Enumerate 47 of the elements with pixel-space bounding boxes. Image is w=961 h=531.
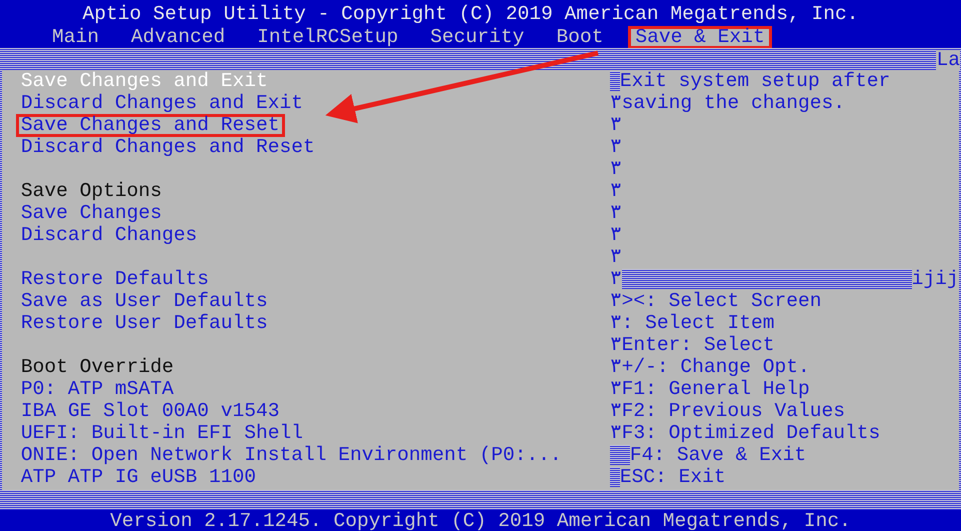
help-text: ٣ xyxy=(610,246,622,268)
menu-tab[interactable]: IntelRCSetup xyxy=(250,26,406,49)
status-text: Version 2.17.1245. Copyright (C) 2019 American Megatrends, Inc. xyxy=(110,510,851,531)
help-text: ٣+/-: Change Opt. xyxy=(610,356,810,378)
help-text: ٣ xyxy=(610,202,622,224)
menu-tab[interactable]: Advanced xyxy=(124,26,232,49)
help-text: ٣ xyxy=(610,180,622,202)
window-title: Aptio Setup Utility - Copyright (C) 2019 American Megatrends, Inc. xyxy=(82,4,859,24)
menu-item[interactable]: P0: ATP mSATA xyxy=(16,378,179,400)
section-header: Boot Override xyxy=(20,356,174,378)
help-text: ٣F3: Optimized Defaults xyxy=(610,422,880,444)
help-text: ٣ xyxy=(610,136,622,158)
help-text: ٣ xyxy=(610,158,622,180)
help-text: ٣F2: Previous Values xyxy=(610,400,846,422)
menu-tab[interactable]: Security xyxy=(423,26,532,49)
menu-item[interactable]: Restore Defaults xyxy=(16,268,214,290)
help-text: ijij xyxy=(912,268,959,290)
menu-item[interactable]: Discard Changes and Exit xyxy=(16,92,308,114)
help-text: ٣F1: General Help xyxy=(610,378,810,400)
help-text: Exit system setup after xyxy=(620,70,890,92)
section-header: Save Options xyxy=(20,180,162,202)
menu-item[interactable]: IBA GE Slot 00A0 v1543 xyxy=(16,400,284,422)
menu-item[interactable]: Save Changes xyxy=(16,202,167,224)
help-text: ٣saving the changes. xyxy=(610,92,846,114)
menu-item[interactable]: Discard Changes xyxy=(16,224,202,246)
help-text: ٣><: Select Screen xyxy=(610,290,822,312)
cut-off-text: La xyxy=(936,50,960,70)
help-text: ٣ xyxy=(610,114,622,136)
menu-tab[interactable]: Boot xyxy=(549,26,610,49)
dither-block xyxy=(610,467,620,487)
menu-item[interactable]: Save Changes and Reset xyxy=(16,114,284,136)
help-text: F4: Save & Exit xyxy=(630,444,806,466)
menu-item[interactable]: ONIE: Open Network Install Environment (P0:... xyxy=(16,444,567,466)
help-text: ESC: Exit xyxy=(620,466,726,488)
menu-tab[interactable]: Main xyxy=(45,26,106,49)
menu-item[interactable]: ATP ATP IG eUSB 1100 xyxy=(16,466,261,488)
menu-tab[interactable]: Save & Exit xyxy=(628,26,772,49)
menu-item[interactable]: Restore User Defaults xyxy=(16,312,273,334)
help-text: ٣ xyxy=(610,268,622,290)
dither-block xyxy=(610,445,630,465)
dither-block xyxy=(610,71,620,91)
menu-item[interactable]: Discard Changes and Reset xyxy=(16,136,320,158)
help-text: ٣Enter: Select xyxy=(610,334,774,356)
help-text: ٣: Select Item xyxy=(610,312,774,334)
help-text: ٣ xyxy=(610,224,622,246)
menu-item[interactable]: UEFI: Built-in EFI Shell xyxy=(16,422,308,444)
menu-item[interactable]: Save as User Defaults xyxy=(16,290,273,312)
